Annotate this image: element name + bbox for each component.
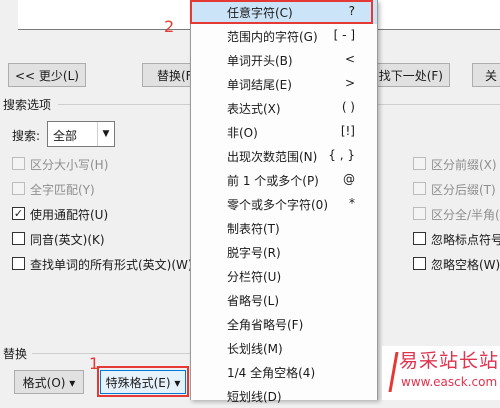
menu-item-label: 范围内的字符(G) <box>227 30 318 44</box>
match-prefix-label: 区分前缀(X) <box>431 158 497 172</box>
ignore-punctuation-checkbox[interactable] <box>413 232 426 245</box>
whole-word-checkbox[interactable] <box>12 182 25 195</box>
menu-item-label: 单词开头(B) <box>227 54 293 68</box>
chevron-down-icon[interactable]: ▼ <box>97 122 114 146</box>
replace-section-title: 替换 <box>3 347 28 361</box>
menu-item-not[interactable]: 非(O) [!] <box>191 120 377 144</box>
menu-item-zero-or-more[interactable]: 零个或多个字符(0) * <box>191 192 377 216</box>
search-scope-value: 全部 <box>53 129 78 143</box>
sounds-like-checkbox[interactable] <box>12 232 25 245</box>
special-format-menu: 任意字符(C) ? 范围内的字符(G) [ - ] 单词开头(B) < 单词结尾… <box>190 0 378 404</box>
menu-item-column-break[interactable]: 分栏符(U) <box>191 264 377 288</box>
menu-item-label: 省略号(L) <box>227 294 280 308</box>
wildcards-checkbox[interactable]: ✓ <box>12 207 25 220</box>
menu-item-shortcut: @ <box>343 172 355 186</box>
menu-item-shortcut: ( ) <box>341 100 355 114</box>
replace-button[interactable]: 替换(F <box>142 63 196 87</box>
menu-item-en-dash[interactable]: 短划线(D) <box>191 384 377 408</box>
menu-item-label: 单词结尾(E) <box>227 78 292 92</box>
match-case-label: 区分大小写(H) <box>30 158 109 172</box>
ignore-punctuation-label: 忽略标点符号 <box>431 233 500 247</box>
sounds-like-label: 同音(英文)(K) <box>30 233 105 247</box>
menu-item-shortcut: < <box>344 52 355 66</box>
menu-item-shortcut: * <box>349 196 355 210</box>
menu-item-word-end[interactable]: 单词结尾(E) > <box>191 72 377 96</box>
menu-item-label: 制表符(T) <box>227 222 280 236</box>
match-width-checkbox[interactable] <box>413 207 426 220</box>
menu-item-expression[interactable]: 表达式(X) ( ) <box>191 96 377 120</box>
close-button[interactable]: 关 <box>472 63 500 87</box>
menu-item-ellipsis[interactable]: 省略号(L) <box>191 288 377 312</box>
search-options-title: 搜索选项 <box>3 98 52 112</box>
menu-item-shortcut: [!] <box>340 124 355 138</box>
match-suffix-label: 区分后缀(T) <box>431 183 496 197</box>
watermark-url: www.easck.com <box>401 375 498 389</box>
step-2-marker: 2 <box>164 17 175 36</box>
menu-item-full-width-ellipsis[interactable]: 全角省略号(F) <box>191 312 377 336</box>
menu-item-label: 出现次数范围(N) <box>227 150 318 164</box>
menu-item-shortcut: > <box>344 76 355 90</box>
search-options-divider-right <box>376 104 500 105</box>
menu-item-label: 非(O) <box>227 126 258 140</box>
menu-item-word-start[interactable]: 单词开头(B) < <box>191 48 377 72</box>
menu-item-label: 分栏符(U) <box>227 270 282 284</box>
menu-item-one-or-more[interactable]: 前 1 个或多个(P) @ <box>191 168 377 192</box>
menu-item-label: 表达式(X) <box>227 102 281 116</box>
menu-item-shortcut: [ - ] <box>333 28 355 42</box>
match-case-checkbox[interactable] <box>12 157 25 170</box>
ignore-space-checkbox[interactable] <box>413 257 426 270</box>
checkmark-icon: ✓ <box>13 207 24 220</box>
whole-word-label: 全字匹配(Y) <box>30 183 95 197</box>
all-word-forms-label: 查找单词的所有形式(英文)(W) <box>30 258 193 272</box>
search-scope-label: 搜索: <box>12 129 41 143</box>
menu-item-character-range[interactable]: 范围内的字符(G) [ - ] <box>191 24 377 48</box>
menu-item-em-dash[interactable]: 长划线(M) <box>191 336 377 360</box>
menu-item-label: 全角省略号(F) <box>227 318 304 332</box>
search-options-divider <box>58 104 190 105</box>
match-width-label: 区分全/半角( <box>431 208 500 222</box>
special-format-highlight <box>97 366 189 397</box>
menu-item-label: 脱字号(R) <box>227 246 281 260</box>
menu-item-shortcut: { , } <box>328 148 355 162</box>
format-button[interactable]: 格式(O) ▾ <box>14 370 84 394</box>
match-prefix-checkbox[interactable] <box>413 157 426 170</box>
less-button[interactable]: << 更少(L) <box>8 63 86 87</box>
wildcards-label: 使用通配符(U) <box>30 208 109 222</box>
watermark-title: 易采站长站 <box>399 350 500 372</box>
menu-item-tab[interactable]: 制表符(T) <box>191 216 377 240</box>
search-scope-select[interactable]: 全部 ▼ <box>47 121 115 147</box>
menu-item-occurrence-range[interactable]: 出现次数范围(N) { , } <box>191 144 377 168</box>
replace-section-divider <box>32 353 190 354</box>
menu-item-label: 短划线(D) <box>227 390 282 404</box>
menu-item-caret[interactable]: 脱字号(R) <box>191 240 377 264</box>
menu-item-label: 前 1 个或多个(P) <box>227 174 319 188</box>
menu-item-label: 1/4 全角空格(4) <box>227 366 316 380</box>
menu-item-quarter-em-space[interactable]: 1/4 全角空格(4) <box>191 360 377 384</box>
menu-item-label: 长划线(M) <box>227 342 283 356</box>
all-word-forms-checkbox[interactable] <box>12 257 25 270</box>
ignore-space-label: 忽略空格(W) <box>431 258 500 272</box>
match-suffix-checkbox[interactable] <box>413 182 426 195</box>
any-character-highlight <box>190 0 373 24</box>
find-next-button[interactable]: 找下一处(F) <box>372 63 450 87</box>
menu-item-label: 零个或多个字符(0) <box>227 198 328 212</box>
step-1-marker: 1 <box>89 354 100 373</box>
